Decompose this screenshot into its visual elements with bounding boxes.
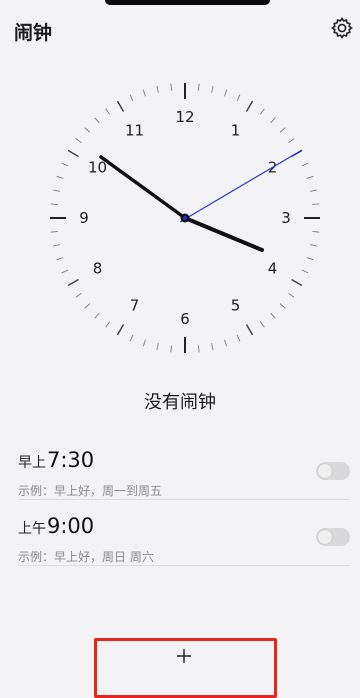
- clock-tick: [310, 189, 318, 192]
- clock-tick: [306, 257, 314, 261]
- alarm-subtitle: 示例：早上好，周日 周六: [18, 550, 154, 564]
- clock-tick: [56, 175, 64, 179]
- clock-tick: [279, 127, 286, 133]
- clock-tick: [52, 244, 60, 247]
- clock-number: 12: [175, 108, 194, 126]
- clock-tick: [312, 203, 320, 206]
- clock-face: 121234567891011: [50, 83, 320, 353]
- alarm-toggle[interactable]: [316, 528, 350, 546]
- alarm-subtitle: 示例：早上好，周一到周五: [18, 484, 163, 498]
- divider: [18, 565, 350, 566]
- clock-tick: [156, 85, 159, 93]
- clock-tick: [197, 83, 200, 91]
- clock-tick: [270, 312, 276, 319]
- clock-tick: [50, 203, 58, 206]
- clock-tick: [84, 303, 91, 309]
- clock-tick: [170, 345, 173, 353]
- divider: [18, 499, 350, 500]
- analog-clock: 121234567891011: [0, 0, 360, 380]
- clock-tick: [236, 94, 241, 102]
- clock-number: 1: [231, 122, 241, 140]
- clock-tick: [50, 230, 58, 233]
- no-alarm-text: 没有闹钟: [144, 392, 216, 413]
- clock-tick: [288, 138, 295, 144]
- clock-number: 4: [268, 260, 278, 278]
- clock-tick: [270, 117, 276, 124]
- clock-tick: [75, 138, 82, 144]
- clock-tick: [129, 334, 134, 342]
- clock-tick: [312, 230, 320, 233]
- clock-tick: [224, 89, 228, 97]
- alarm-time: 7:30: [47, 448, 95, 472]
- clock-tick: [245, 324, 254, 336]
- clock-tick: [224, 339, 228, 347]
- clock-tick: [245, 100, 254, 112]
- clock-tick: [259, 321, 265, 328]
- clock-center-dot: [183, 216, 187, 220]
- clock-number: 8: [93, 260, 103, 278]
- clock-tick: [156, 343, 159, 351]
- clock-tick: [236, 334, 241, 342]
- clock-tick: [94, 312, 100, 319]
- clock-tick: [211, 85, 214, 93]
- alarm-period: 早上: [18, 455, 46, 471]
- add-alarm-button[interactable]: [94, 638, 277, 698]
- clock-tick: [306, 175, 314, 179]
- plus-icon: [177, 649, 191, 663]
- clock-tick: [61, 269, 69, 274]
- clock-tick: [116, 100, 125, 112]
- clock-tick: [310, 244, 318, 247]
- clock-number: 3: [281, 209, 291, 227]
- clock-number: 6: [180, 310, 190, 328]
- clock-tick: [142, 339, 146, 347]
- clock-tick: [197, 345, 200, 353]
- clock-tick: [84, 127, 91, 133]
- clock-tick: [94, 117, 100, 124]
- alarm-time: 9:00: [47, 514, 95, 538]
- clock-tick: [56, 257, 64, 261]
- clock-tick: [288, 292, 295, 298]
- clock-tick: [105, 108, 111, 115]
- clock-tick: [75, 292, 82, 298]
- clock-tick: [61, 162, 69, 167]
- clock-tick: [211, 343, 214, 351]
- clock-tick: [170, 83, 173, 91]
- clock-number: 11: [125, 122, 144, 140]
- clock-tick: [67, 278, 79, 287]
- alarm-toggle[interactable]: [316, 462, 350, 480]
- clock-tick: [67, 149, 79, 158]
- clock-tick: [291, 278, 303, 287]
- clock-number: 7: [130, 296, 140, 314]
- toggle-knob: [318, 464, 332, 478]
- clock-tick: [142, 89, 146, 97]
- clock-tick: [105, 321, 111, 328]
- hour-hand: [183, 216, 264, 252]
- minute-hand: [99, 155, 187, 220]
- alarm-period: 上午: [18, 521, 46, 537]
- clock-tick: [279, 303, 286, 309]
- clock-number: 9: [79, 209, 89, 227]
- clock-tick: [301, 269, 309, 274]
- clock-tick: [129, 94, 134, 102]
- clock-tick: [116, 324, 125, 336]
- toggle-knob: [318, 530, 332, 544]
- clock-tick: [52, 189, 60, 192]
- clock-tick: [259, 108, 265, 115]
- clock-tick: [301, 162, 309, 167]
- clock-number: 5: [231, 296, 241, 314]
